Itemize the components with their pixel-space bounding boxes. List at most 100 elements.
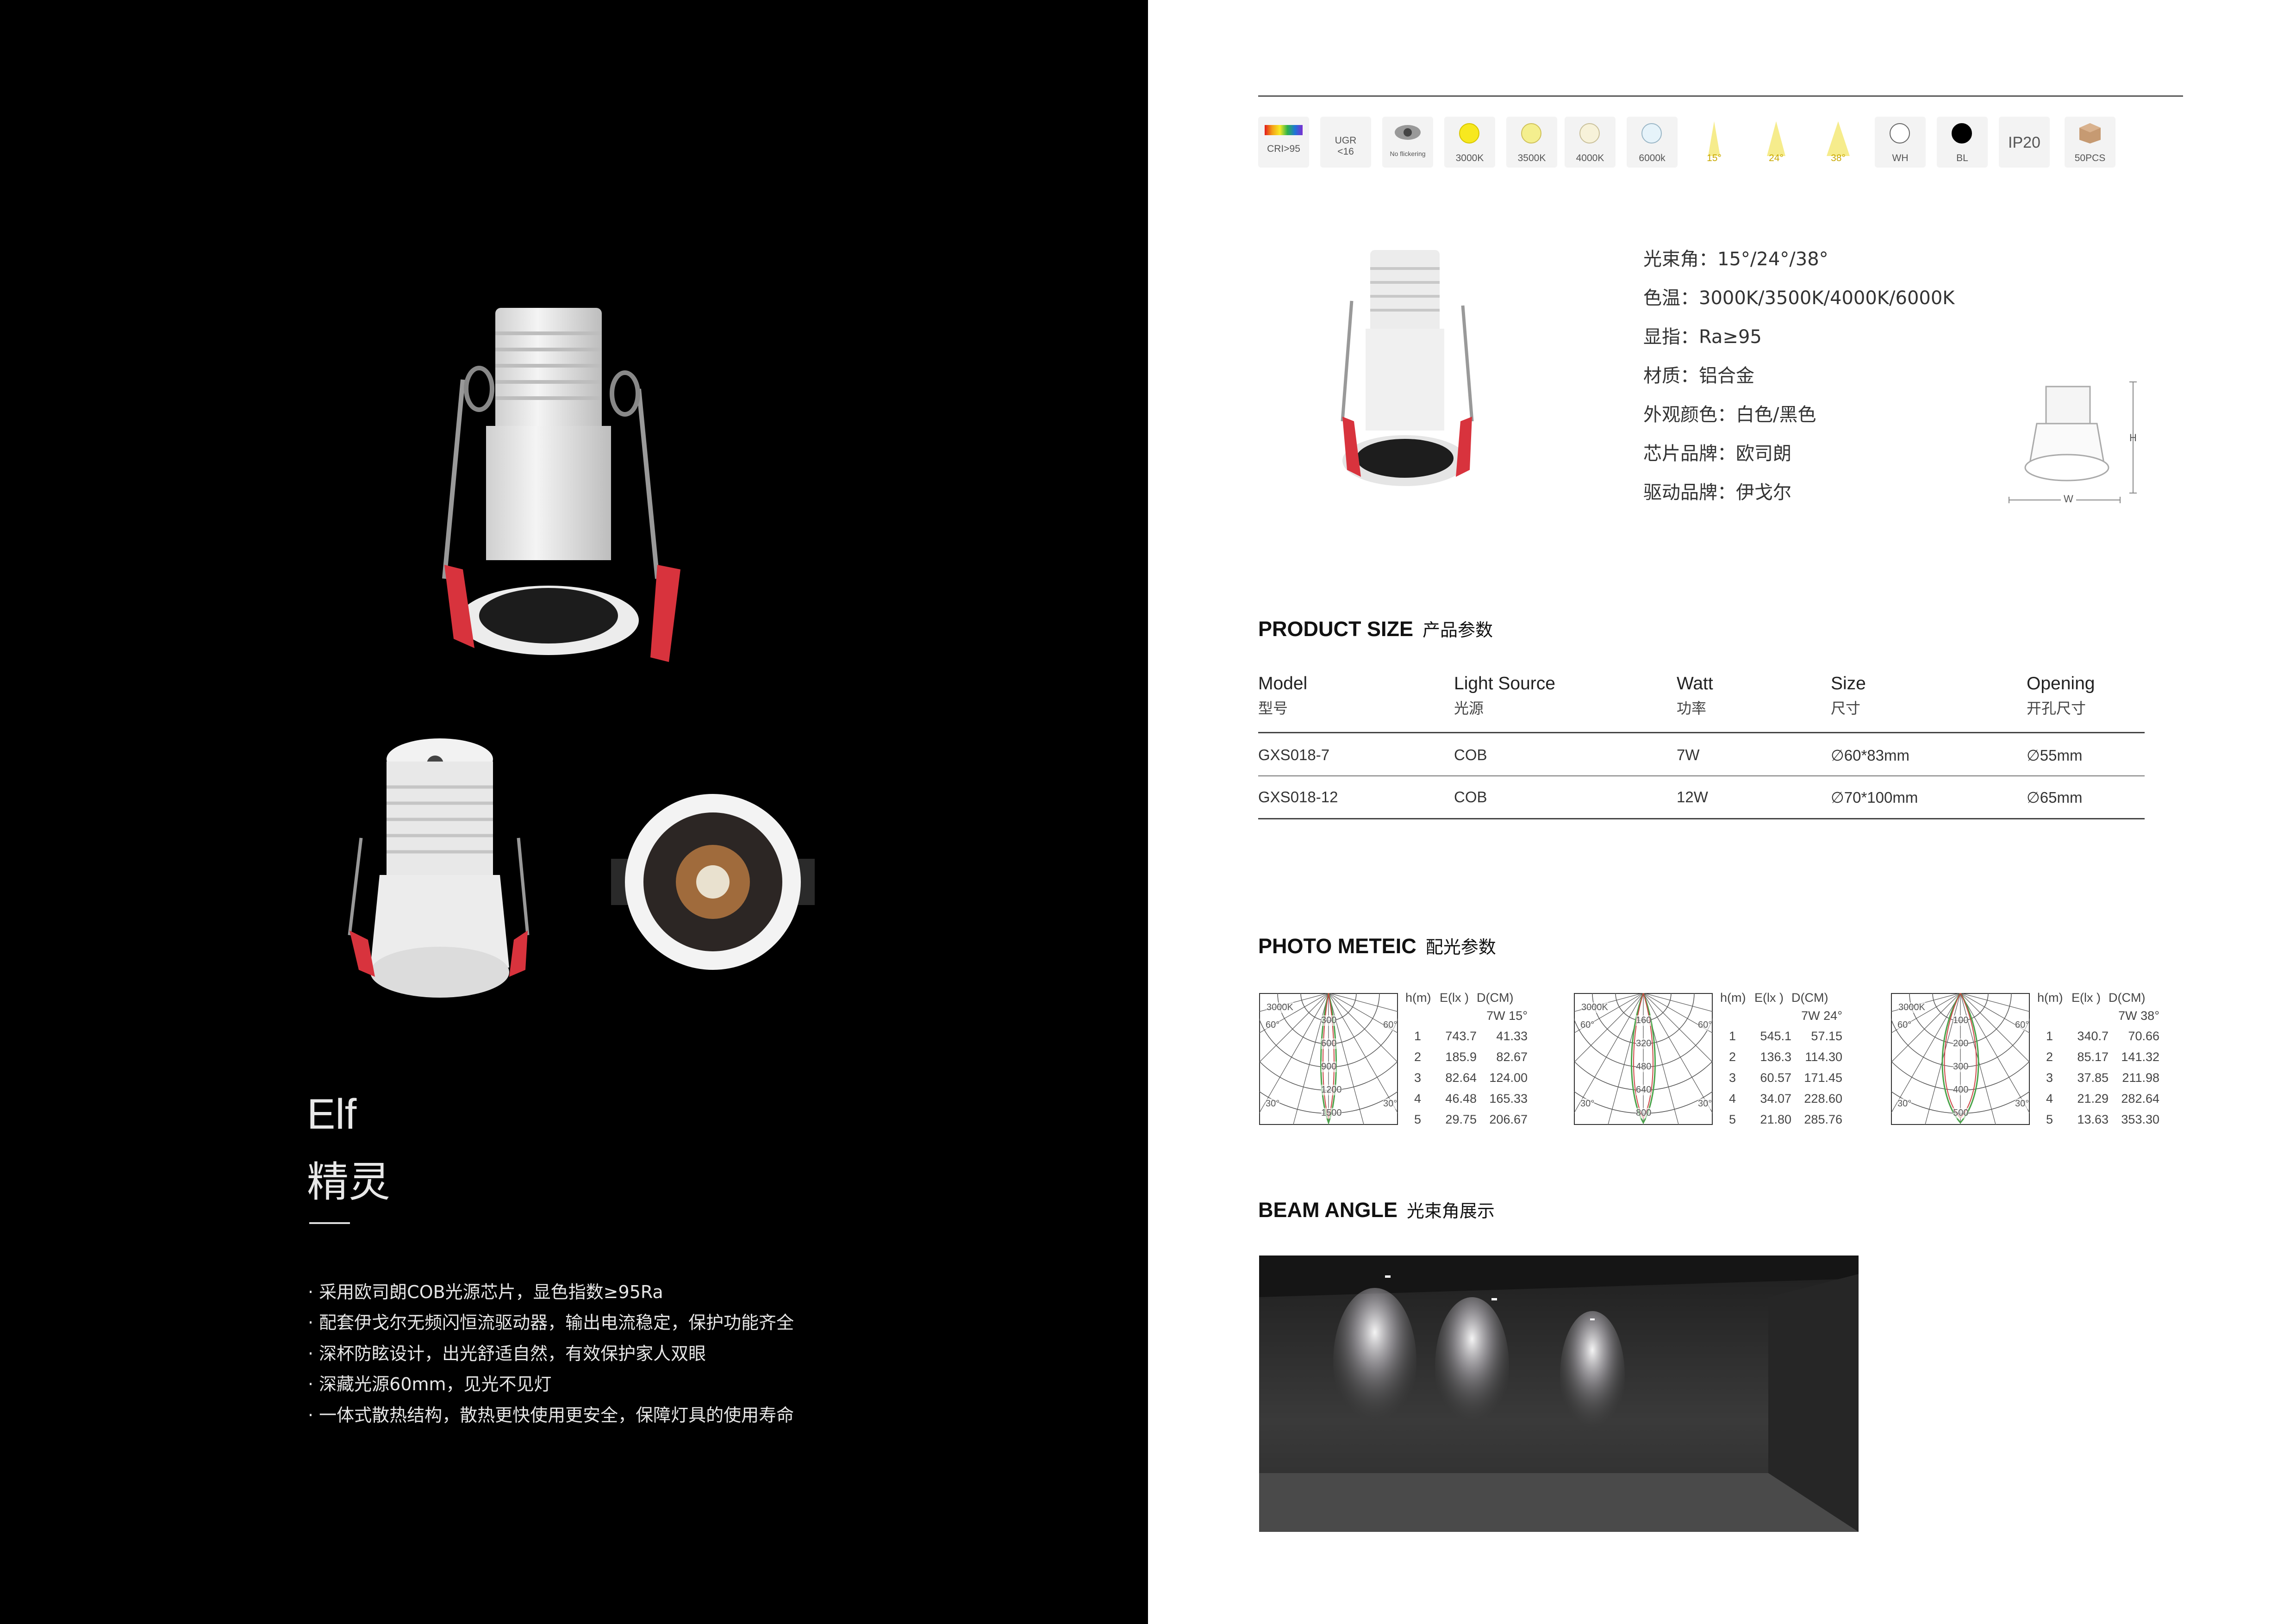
photometric-spec: 7W 38° xyxy=(2118,1009,2159,1023)
product-side-image xyxy=(348,738,530,998)
photometric-cell: 4 xyxy=(1728,1092,1736,1106)
photometric-cell: 4 xyxy=(2046,1092,2053,1106)
polar-label: 3000K xyxy=(1898,1002,1925,1013)
photometric-cell: 340.7 xyxy=(2077,1029,2109,1043)
photometric-cell: 114.30 xyxy=(1805,1050,1842,1064)
dimension-h-label: H xyxy=(2129,432,2137,443)
cell-opening: ∅55mm xyxy=(2027,747,2083,764)
table-divider xyxy=(1258,818,2145,819)
photometric-cell: 285.76 xyxy=(1804,1112,1842,1126)
product-name-en: Elf xyxy=(307,1091,357,1138)
photometric-header: h(m) xyxy=(1720,991,1746,1005)
spec-beam-angle: 光束角：15°/24°/38° xyxy=(1643,249,1828,270)
spec-driver-brand: 驱动品牌：伊戈尔 xyxy=(1643,482,1791,503)
photometric-cell: 37.85 xyxy=(2077,1071,2109,1085)
polar-label: 160 xyxy=(1636,1015,1652,1026)
photometric-cell: 2 xyxy=(2046,1050,2053,1064)
spec-cri: 显指：Ra≥95 xyxy=(1643,326,1762,348)
photometric-header: h(m) xyxy=(2037,991,2063,1005)
spec-color: 外观颜色：白色/黑色 xyxy=(1643,404,1816,425)
column-size: Size 尺寸 xyxy=(1831,674,1866,717)
dimension-w-label: W xyxy=(2061,493,2076,505)
black-color-icon: BL xyxy=(1937,117,1988,168)
polar-label: 200 xyxy=(1953,1038,1969,1049)
photometric-header: D(CM) xyxy=(1477,991,1514,1005)
photometric-cell: 5 xyxy=(1414,1112,1421,1126)
product-front-image xyxy=(611,794,815,970)
beam-24-icon: 24° xyxy=(1751,117,1802,168)
photometric-header: D(CM) xyxy=(1791,991,1828,1005)
polar-label: 320 xyxy=(1636,1038,1652,1049)
white-color-icon: WH xyxy=(1875,117,1926,168)
photometric-cell: 185.9 xyxy=(1445,1050,1477,1064)
cell-light-source: COB xyxy=(1454,788,1487,806)
photometric-cell: 70.66 xyxy=(2128,1029,2159,1043)
top-rule xyxy=(1258,95,2183,97)
photometric-title: PHOTO METEIC 配光参数 xyxy=(1258,934,1496,958)
cell-light-source: COB xyxy=(1454,746,1487,763)
polar-label: 30° xyxy=(1698,1099,1712,1109)
photometric-cell: 124.00 xyxy=(1489,1071,1528,1085)
photometric-spec: 7W 15° xyxy=(1486,1009,1528,1023)
polar-label: 1500 xyxy=(1321,1108,1342,1118)
polar-label: 30° xyxy=(1266,1099,1280,1109)
photometric-cell: 2 xyxy=(1414,1050,1421,1064)
polar-label: 400 xyxy=(1953,1085,1969,1095)
package-icon: 50PCS xyxy=(2065,117,2115,168)
photometric-header: D(CM) xyxy=(2109,991,2146,1005)
product-main-image xyxy=(442,308,680,662)
photometric-header: h(m) xyxy=(1405,991,1431,1005)
photometric-cell: 1 xyxy=(1414,1029,1421,1043)
photometric-cell: 85.17 xyxy=(2077,1050,2109,1064)
product-name-cn: 精灵 xyxy=(307,1158,390,1206)
beam-15-icon: 15° xyxy=(1689,117,1740,168)
photometric-cell: 136.3 xyxy=(1760,1050,1791,1064)
polar-label: 100 xyxy=(1953,1015,1969,1026)
photometric-spec: 7W 24° xyxy=(1801,1009,1842,1023)
photometric-cell: 2 xyxy=(1728,1050,1736,1064)
polar-label: 900 xyxy=(1321,1062,1337,1072)
polar-label: 60° xyxy=(2015,1020,2029,1031)
cct-3000k-icon: 3000K xyxy=(1444,117,1495,168)
photometric-cell: 5 xyxy=(2046,1112,2053,1126)
photometric-cell: 165.33 xyxy=(1489,1092,1528,1106)
photometric-cell: 3 xyxy=(1414,1071,1421,1085)
photometric-cell: 3 xyxy=(1728,1071,1736,1085)
polar-label: 300 xyxy=(1953,1062,1969,1072)
photometric-cell: 282.64 xyxy=(2121,1092,2159,1106)
cct-6000k-icon: 6000k xyxy=(1627,117,1678,168)
ip20-icon: IP20 xyxy=(1999,117,2050,168)
polar-label: 300 xyxy=(1321,1015,1337,1026)
photometric-cell: 46.48 xyxy=(1445,1092,1477,1106)
photometric-header: E(lx ) xyxy=(2071,991,2101,1005)
photometric-cell: 206.67 xyxy=(1489,1112,1528,1126)
feature-item: · 深杯防眩设计，出光舒适自然，有效保护家人双眼 xyxy=(308,1343,706,1364)
photometric-cell: 21.29 xyxy=(2077,1092,2109,1106)
column-model: Model 型号 xyxy=(1258,674,1308,717)
photometric-cell: 171.45 xyxy=(1804,1071,1842,1085)
polar-label: 600 xyxy=(1321,1038,1337,1049)
photometric-header: E(lx ) xyxy=(1754,991,1784,1005)
polar-label: 60° xyxy=(1580,1020,1595,1031)
table-divider xyxy=(1258,775,2145,776)
photometric-cell: 41.33 xyxy=(1496,1029,1528,1043)
column-watt: Watt 功率 xyxy=(1677,674,1713,717)
column-light-source: Light Source 光源 xyxy=(1454,674,1555,717)
polar-label: 60° xyxy=(1266,1020,1280,1031)
polar-label: 3000K xyxy=(1267,1002,1293,1013)
feature-item: · 一体式散热结构，散热更快使用更安全，保障灯具的使用寿命 xyxy=(308,1405,794,1425)
polar-label: 60° xyxy=(1698,1020,1712,1031)
polar-label: 800 xyxy=(1636,1108,1652,1118)
polar-label: 3000K xyxy=(1581,1002,1608,1013)
polar-label: 30° xyxy=(2015,1099,2029,1109)
beam-angle-title: BEAM ANGLE 光束角展示 xyxy=(1258,1198,1495,1222)
photometric-cell: 82.64 xyxy=(1445,1071,1477,1085)
polar-label: 30° xyxy=(1383,1099,1398,1109)
photometric-cell: 4 xyxy=(1414,1092,1421,1106)
spec-chip-brand: 芯片品牌：欧司朗 xyxy=(1643,443,1791,464)
polar-label: 500 xyxy=(1953,1108,1969,1118)
photometric-cell: 21.80 xyxy=(1760,1112,1791,1126)
cri-icon: CRI>95 xyxy=(1258,117,1309,168)
no-flickering-icon: No flickering xyxy=(1382,117,1433,168)
spec-material: 材质：铝合金 xyxy=(1643,365,1754,387)
